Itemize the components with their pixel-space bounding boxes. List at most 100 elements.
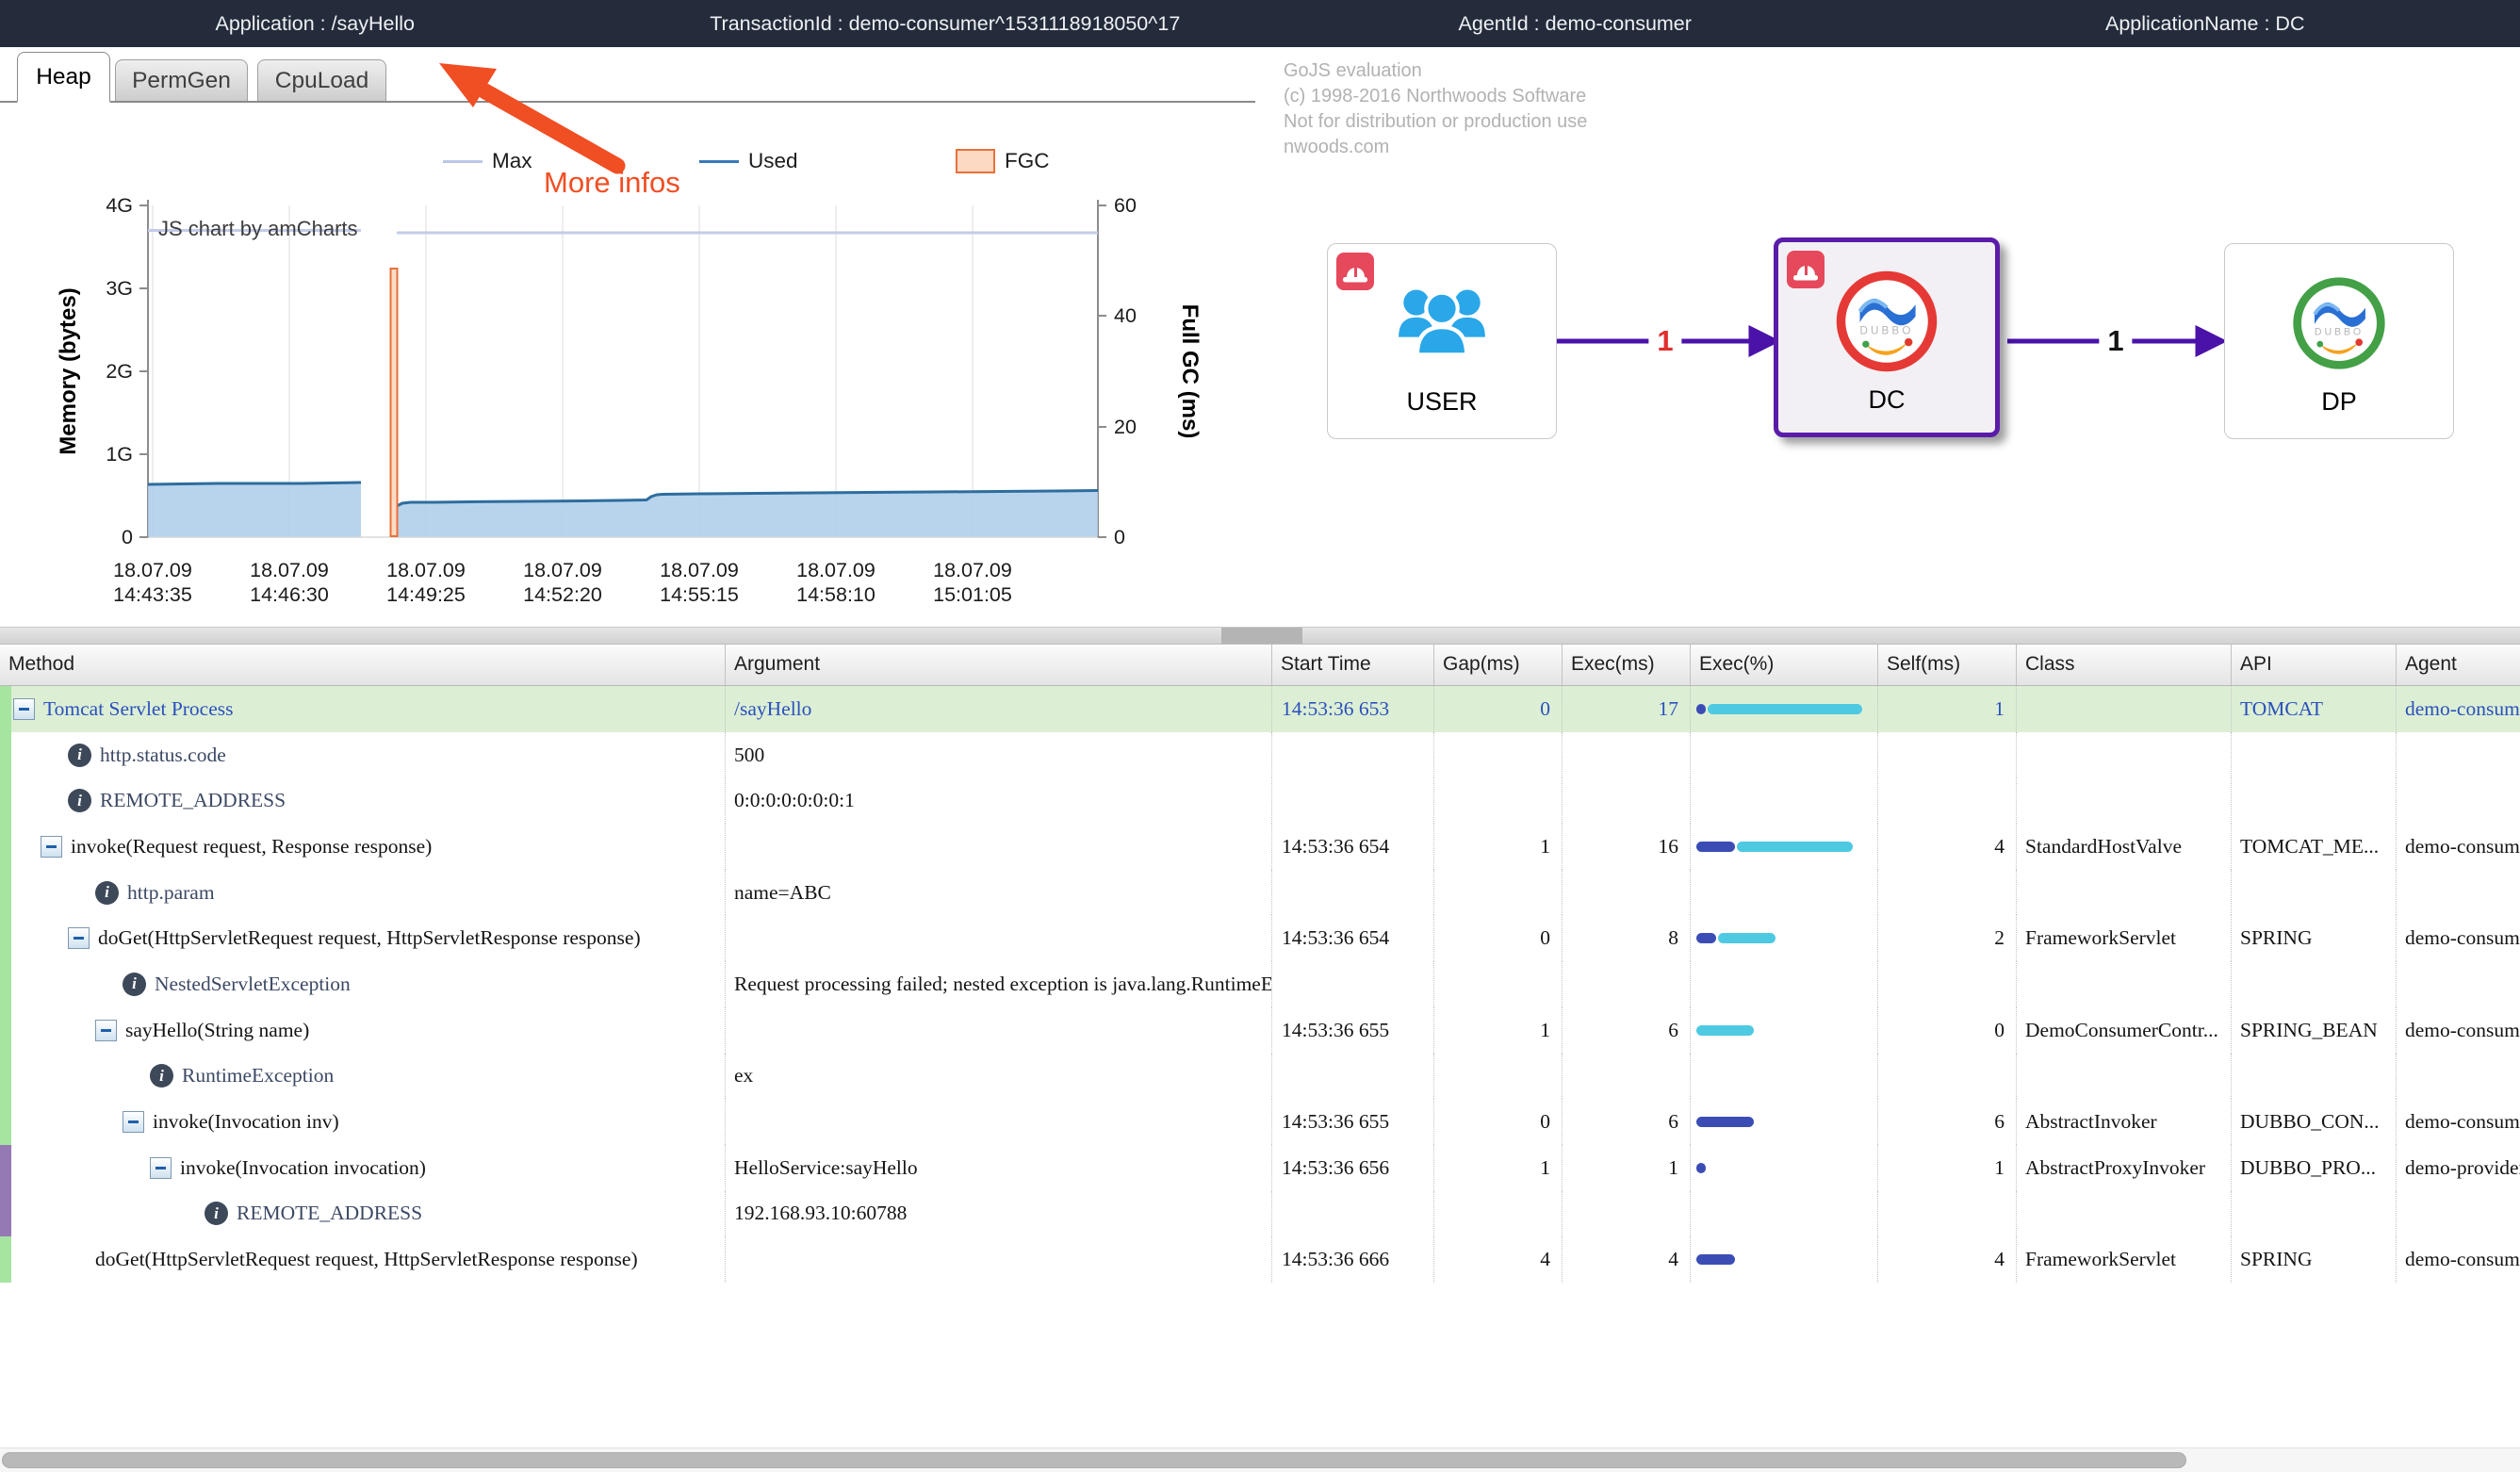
start-time-cell xyxy=(1272,732,1434,778)
gap-cell xyxy=(1434,777,1563,824)
argument-cell: /sayHello xyxy=(726,686,1272,732)
api-cell: TOMCAT_ME... xyxy=(2232,824,2397,870)
tree-row[interactable]: ihttp.paramname=ABC xyxy=(0,870,2520,916)
column-header-class[interactable]: Class xyxy=(2017,644,2232,685)
column-header-exec-pct[interactable]: Exec(%) xyxy=(1691,644,1878,685)
method-cell: iREMOTE_ADDRESS xyxy=(0,1191,726,1237)
tree-row[interactable]: sayHello(String name)14:53:36 655160Demo… xyxy=(0,1007,2520,1054)
gap-cell xyxy=(1434,1191,1563,1237)
tab-heap[interactable]: Heap xyxy=(17,52,110,103)
fgc-event-bar xyxy=(391,269,398,536)
method-cell: sayHello(String name) xyxy=(0,1007,726,1054)
argument-cell xyxy=(726,824,1272,870)
tab-cpuload[interactable]: CpuLoad xyxy=(257,59,386,101)
x-axis-label: 18.07.0914:49:25 xyxy=(386,559,466,606)
api-cell xyxy=(2232,777,2397,824)
collapse-icon[interactable] xyxy=(123,1111,144,1133)
column-header-start-time[interactable]: Start Time xyxy=(1272,644,1434,685)
watermark-line: nwoods.com xyxy=(1284,135,1587,160)
start-time-cell: 14:53:36 666 xyxy=(1272,1236,1434,1283)
self-cell xyxy=(1878,1054,2017,1100)
collapse-icon[interactable] xyxy=(95,1020,117,1041)
legend-item-fgc[interactable]: FGC xyxy=(956,149,1050,173)
exec-percent-cell xyxy=(1691,1099,1878,1145)
exec-cell: 16 xyxy=(1563,824,1691,870)
gap-cell xyxy=(1434,732,1563,778)
agent-color-stripe xyxy=(0,1236,11,1283)
legend-label: Max xyxy=(492,149,532,173)
agent-cell: demo-consumer xyxy=(2397,915,2520,961)
tree-row[interactable]: iNestedServletExceptionRequest processin… xyxy=(0,961,2520,1007)
legend-item-max[interactable]: Max xyxy=(443,149,532,173)
column-header-api[interactable]: API xyxy=(2232,644,2397,685)
argument-cell: HelloService:sayHello xyxy=(726,1145,1272,1191)
y-tick-left: 2G xyxy=(106,360,133,383)
agent-color-stripe xyxy=(0,777,11,824)
method-label: doGet(HttpServletRequest request, HttpSe… xyxy=(95,1248,638,1271)
used-series-area xyxy=(397,491,1098,537)
used-series-area xyxy=(148,482,361,537)
collapse-icon[interactable] xyxy=(150,1157,172,1179)
method-cell: Tomcat Servlet Process xyxy=(0,686,726,732)
tab-permgen[interactable]: PermGen xyxy=(115,59,248,101)
method-label: NestedServletException xyxy=(155,973,351,996)
self-cell: 6 xyxy=(1878,1099,2017,1145)
node-user[interactable]: USER xyxy=(1327,243,1557,439)
node-dc[interactable]: DUBBO DC xyxy=(1774,237,2000,437)
dubbo-icon: DUBBO xyxy=(1832,267,1941,376)
tree-row[interactable]: invoke(Request request, Response respons… xyxy=(0,824,2520,870)
agent-cell: demo-consumer xyxy=(2397,1236,2520,1283)
tree-row[interactable]: iREMOTE_ADDRESS192.168.93.10:60788 xyxy=(0,1191,2520,1237)
gap-cell xyxy=(1434,870,1563,916)
y-tick-right: 20 xyxy=(1114,416,1137,438)
collapse-icon[interactable] xyxy=(68,927,90,949)
x-axis-label: 18.07.0915:01:05 xyxy=(933,559,1012,606)
agent-cell xyxy=(2397,777,2520,824)
column-header-exec[interactable]: Exec(ms) xyxy=(1563,644,1691,685)
tree-row[interactable]: Tomcat Servlet Process/sayHello14:53:36 … xyxy=(0,686,2520,732)
column-header-method[interactable]: Method xyxy=(0,644,726,685)
tree-row[interactable]: iRuntimeExceptionex xyxy=(0,1054,2520,1100)
column-header-agent[interactable]: Agent xyxy=(2397,644,2520,685)
api-cell: SPRING xyxy=(2232,915,2397,961)
exec-cell xyxy=(1563,870,1691,916)
self-cell xyxy=(1878,1191,2017,1237)
start-time-cell: 14:53:36 655 xyxy=(1272,1099,1434,1145)
argument-cell xyxy=(726,1099,1272,1145)
start-time-cell xyxy=(1272,961,1434,1007)
tree-row[interactable]: iREMOTE_ADDRESS0:0:0:0:0:0:0:1 xyxy=(0,777,2520,824)
tree-row[interactable]: invoke(Invocation invocation)HelloServic… xyxy=(0,1145,2520,1191)
exec-percent-cell xyxy=(1691,1145,1878,1191)
agent-id-label: AgentId : demo-consumer xyxy=(1260,12,1890,36)
link-call-count: 1 xyxy=(2099,324,2132,358)
splitter-handle[interactable] xyxy=(1221,628,1302,644)
collapse-icon[interactable] xyxy=(13,698,35,720)
legend-label: Used xyxy=(748,149,798,173)
tree-row[interactable]: ihttp.status.code500 xyxy=(0,732,2520,778)
start-time-cell: 14:53:36 656 xyxy=(1272,1145,1434,1191)
argument-cell: 500 xyxy=(726,732,1272,778)
tree-row[interactable]: doGet(HttpServletRequest request, HttpSe… xyxy=(0,915,2520,961)
method-label: Tomcat Servlet Process xyxy=(43,697,234,721)
column-header-argument[interactable]: Argument xyxy=(726,644,1272,685)
tree-row[interactable]: invoke(Invocation inv)14:53:36 655066Abs… xyxy=(0,1099,2520,1145)
column-header-gap[interactable]: Gap(ms) xyxy=(1434,644,1563,685)
info-icon: i xyxy=(95,881,119,905)
class-cell: StandardHostValve xyxy=(2017,824,2232,870)
gap-cell xyxy=(1434,1054,1563,1100)
agent-color-stripe xyxy=(0,961,11,1007)
legend-item-used[interactable]: Used xyxy=(699,149,798,173)
application-label: Application : /sayHello xyxy=(0,12,630,36)
gap-cell: 0 xyxy=(1434,1099,1563,1145)
horizontal-scrollbar-thumb[interactable] xyxy=(2,1452,2186,1468)
method-label: REMOTE_ADDRESS xyxy=(100,789,286,812)
node-dp[interactable]: DUBBO DP xyxy=(2224,243,2454,439)
collapse-icon[interactable] xyxy=(41,836,62,858)
column-header-self[interactable]: Self(ms) xyxy=(1878,644,2017,685)
self-cell xyxy=(1878,732,2017,778)
tree-row[interactable]: doGet(HttpServletRequest request, HttpSe… xyxy=(0,1236,2520,1283)
method-cell: invoke(Invocation invocation) xyxy=(0,1145,726,1191)
info-icon: i xyxy=(68,744,91,767)
node-label: USER xyxy=(1406,387,1477,417)
api-cell xyxy=(2232,1054,2397,1100)
